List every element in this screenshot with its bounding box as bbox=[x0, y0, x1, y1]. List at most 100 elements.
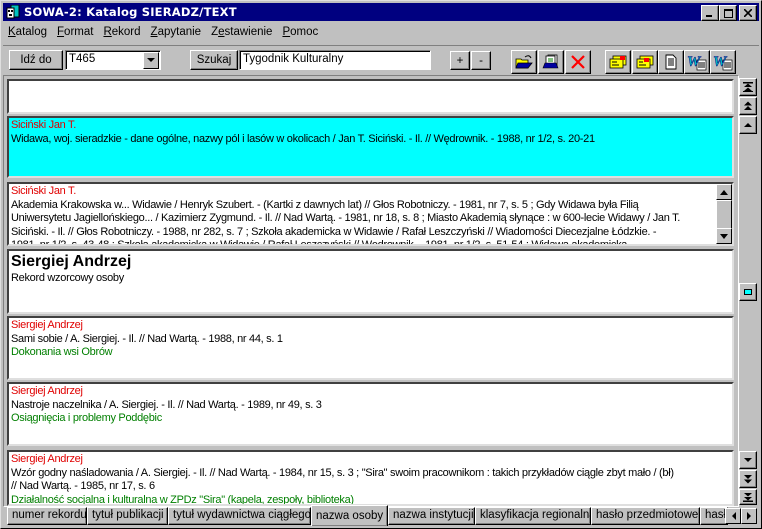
record-description: Widawa, woj. sieradzkie - dane ogólne, n… bbox=[11, 132, 595, 145]
close-icon bbox=[744, 9, 752, 17]
menu-rekord[interactable]: Rekord bbox=[98, 26, 145, 38]
search-button[interactable]: Szukaj bbox=[190, 50, 238, 70]
double-up-icon bbox=[744, 101, 752, 110]
record-selected[interactable]: Siciński Jan T. Widawa, woj. sieradzkie … bbox=[7, 116, 734, 178]
menu-bar: Katalog Format Rekord Zapytanie Zestawie… bbox=[3, 23, 323, 41]
word-export-button[interactable]: W bbox=[684, 50, 710, 74]
maximize-icon bbox=[723, 8, 733, 18]
record-author: Siciński Jan T. bbox=[11, 119, 76, 131]
record-item[interactable]: Siergiej Andrzej Wzór godny naśladowania… bbox=[7, 450, 734, 506]
copy-records-icon bbox=[542, 54, 559, 69]
first-record-button[interactable] bbox=[739, 78, 757, 96]
record-navigation bbox=[739, 75, 759, 505]
toolbar: Idź do T465 Szukaj Tygodnik Kulturalny +… bbox=[3, 45, 759, 74]
menu-label: atalog bbox=[15, 26, 48, 38]
tab-haslo-przedmiotowe[interactable]: hasło przedmiotowe bbox=[591, 507, 700, 525]
arrow-down-icon bbox=[744, 458, 752, 462]
record-description-line: Wzór godny naśladowania / A. Siergiej. -… bbox=[11, 466, 674, 479]
authority-heading: Siergiej Andrzej bbox=[11, 253, 132, 270]
page-down-button[interactable] bbox=[739, 470, 757, 488]
double-down-icon bbox=[744, 475, 752, 484]
record-item[interactable]: Siciński Jan T. Akademia Krakowska w... … bbox=[7, 182, 734, 246]
title-bar[interactable]: SOWA-2: Katalog SIERADZ/TEXT bbox=[3, 3, 759, 21]
menu-format[interactable]: Format bbox=[52, 26, 98, 38]
menu-zestawienie[interactable]: Zestawienie bbox=[206, 26, 277, 38]
tab-klasyfikacja-regionalna[interactable]: klasyfikacja regionalna bbox=[475, 507, 591, 525]
record-description-line: Uniwersytetu Jagiellońskiego... / Kazimi… bbox=[11, 212, 681, 224]
tabs-scroll-right[interactable] bbox=[741, 508, 757, 524]
record-description-line: // Nad Wartą. - 1985, nr 17, s. 6 bbox=[11, 480, 155, 492]
record-author: Siergiej Andrzej bbox=[11, 385, 83, 397]
last-record-button[interactable] bbox=[739, 489, 757, 505]
document-button[interactable] bbox=[658, 50, 684, 74]
current-record-icon bbox=[744, 289, 752, 295]
tab-haslo[interactable]: hasło bbox=[700, 507, 728, 525]
scroll-down-button[interactable] bbox=[716, 228, 732, 244]
record-item[interactable]: Siergiej Andrzej Nastroje naczelnika / A… bbox=[7, 382, 734, 446]
goto-value: T465 bbox=[69, 53, 96, 65]
minimize-icon bbox=[706, 15, 712, 17]
record-description: Sami sobie / A. Siergiej. - Il. // Nad W… bbox=[11, 332, 283, 345]
scroll-up-button[interactable] bbox=[716, 184, 732, 200]
menu-accel: Z bbox=[150, 26, 158, 38]
sowa-app-icon bbox=[6, 4, 20, 19]
arrow-down-icon bbox=[720, 233, 728, 239]
authority-subtitle: Rekord wzorcowy osoby bbox=[11, 272, 124, 284]
export-card-2-button[interactable] bbox=[632, 50, 658, 74]
menu-accel: F bbox=[57, 26, 65, 38]
arrow-up-icon bbox=[720, 189, 728, 195]
combo-dropdown-button[interactable] bbox=[143, 52, 159, 69]
menu-accel: K bbox=[8, 26, 16, 38]
close-button[interactable] bbox=[739, 5, 757, 21]
next-record-button[interactable] bbox=[739, 451, 757, 469]
menu-accel: R bbox=[103, 26, 112, 38]
search-input[interactable]: Tygodnik Kulturalny bbox=[239, 50, 431, 70]
plus-button[interactable]: + bbox=[450, 51, 470, 70]
record-scrollbar[interactable] bbox=[716, 184, 732, 244]
menu-label: stawienie bbox=[224, 26, 273, 38]
last-icon bbox=[743, 493, 753, 502]
record-authority[interactable]: Siergiej Andrzej Rekord wzorcowy osoby bbox=[7, 249, 734, 314]
word-export-icon: W bbox=[687, 54, 707, 71]
page-up-button[interactable] bbox=[739, 97, 757, 115]
record-author: Siergiej Andrzej bbox=[11, 453, 83, 465]
open-button[interactable] bbox=[511, 50, 537, 74]
record-description-line: Akademia Krakowska w... Widawie / Henryk… bbox=[11, 198, 639, 211]
tab-tytul-wydawnictwa[interactable]: tytuł wydawnictwa ciągłego bbox=[168, 507, 311, 525]
tab-nazwa-osoby[interactable]: nazwa osoby bbox=[311, 505, 388, 526]
main-window: SOWA-2: Katalog SIERADZ/TEXT Katalog For… bbox=[0, 0, 762, 529]
chevron-down-icon bbox=[147, 58, 155, 62]
menu-katalog[interactable]: Katalog bbox=[3, 26, 52, 38]
delete-button[interactable] bbox=[565, 50, 591, 74]
menu-accel: P bbox=[282, 26, 291, 38]
minimize-button[interactable] bbox=[701, 5, 719, 21]
export-card-button[interactable] bbox=[605, 50, 631, 74]
current-record-button[interactable] bbox=[739, 283, 757, 301]
open-folder-icon bbox=[515, 55, 533, 69]
menu-zapytanie[interactable]: Zapytanie bbox=[146, 26, 207, 38]
tab-numer-rekordu[interactable]: numer rekordu bbox=[7, 507, 87, 525]
svg-text:W: W bbox=[687, 54, 702, 70]
export-card-icon bbox=[609, 55, 627, 69]
menu-pomoc[interactable]: Pomoc bbox=[277, 26, 323, 38]
goto-button[interactable]: Idź do bbox=[9, 50, 63, 70]
tab-tytul-publikacji[interactable]: tytuł publikacji bbox=[87, 507, 168, 525]
minus-button[interactable]: - bbox=[471, 51, 491, 70]
previous-record-button[interactable] bbox=[739, 116, 757, 134]
record-description: Nastroje naczelnika / A. Siergiej. - Il.… bbox=[11, 398, 322, 411]
word-export-2-button[interactable]: W bbox=[710, 50, 736, 74]
tabs-scroll-left[interactable] bbox=[725, 508, 741, 524]
document-icon bbox=[665, 54, 677, 70]
copy-records-button[interactable] bbox=[538, 50, 564, 74]
arrow-up-icon bbox=[744, 123, 752, 127]
arrow-right-icon bbox=[746, 512, 751, 520]
record-author: Siciński Jan T. bbox=[11, 185, 76, 197]
record-empty[interactable] bbox=[7, 79, 734, 114]
record-description-line: Siciński. - Il. // Głos Robotniczy. - 19… bbox=[11, 225, 657, 238]
word-export-2-icon: W bbox=[713, 54, 733, 71]
goto-combo[interactable]: T465 bbox=[65, 50, 161, 70]
record-item[interactable]: Siergiej Andrzej Sami sobie / A. Siergie… bbox=[7, 316, 734, 380]
tab-nazwa-instytucji[interactable]: nazwa instytucji bbox=[388, 507, 475, 525]
menu-label: ormat bbox=[64, 26, 94, 38]
maximize-button[interactable] bbox=[719, 5, 737, 21]
